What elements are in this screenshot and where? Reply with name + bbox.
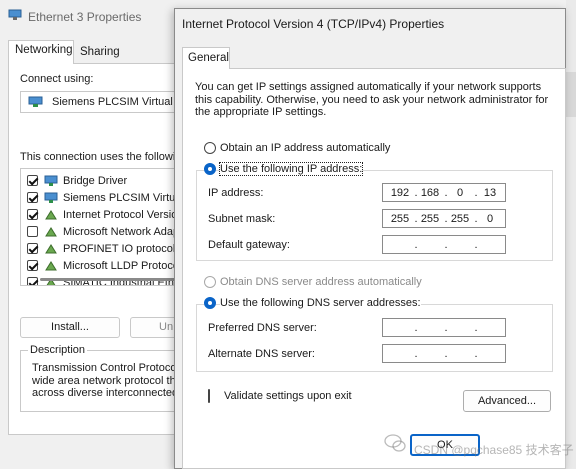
- subnet-mask-field[interactable]: 255 . 255 . 255 . 0: [382, 209, 506, 228]
- advanced-button[interactable]: Advanced...: [463, 390, 551, 412]
- ip-octet: 0: [456, 187, 464, 199]
- tab-networking[interactable]: Networking: [8, 40, 74, 64]
- checkbox[interactable]: [27, 175, 38, 186]
- subnet-mask-label: Subnet mask:: [208, 213, 276, 225]
- preferred-dns-field[interactable]: . . .: [382, 318, 506, 337]
- list-item[interactable]: Microsoft Network Adap: [27, 223, 179, 240]
- ip-octet: 255: [390, 213, 410, 225]
- ip-octet: 0: [486, 213, 494, 225]
- description-text: Transmission Control Protocol wide area …: [32, 362, 180, 400]
- protocol-icon: [45, 260, 57, 270]
- description-line: Transmission Control Protocol: [32, 362, 179, 374]
- list-item-label: Bridge Driver: [63, 174, 128, 187]
- checkbox[interactable]: [27, 226, 38, 237]
- checkbox[interactable]: [27, 243, 38, 254]
- use-following-ip-label: Use the following IP address:: [218, 162, 364, 176]
- install-button[interactable]: Install...: [20, 317, 120, 338]
- use-following-dns-radio[interactable]: [204, 297, 216, 309]
- ip-octet: 255: [420, 213, 440, 225]
- network-component-icon: [44, 192, 58, 203]
- description-line: wide area network protocol th: [32, 374, 176, 387]
- obtain-dns-auto-radio[interactable]: [204, 276, 216, 288]
- list-item-label: Internet Protocol Versio: [63, 208, 178, 221]
- network-component-icon: [44, 175, 58, 186]
- protocol-icon: [45, 209, 57, 219]
- wechat-watermark-icon: [384, 434, 406, 452]
- adapter-name: Siemens PLCSIM Virtual E: [52, 96, 184, 108]
- checkbox[interactable]: [27, 192, 38, 203]
- desktop-edge: [566, 0, 576, 469]
- checkbox[interactable]: [27, 209, 38, 220]
- tab-general[interactable]: General: [182, 47, 230, 69]
- obtain-ip-auto-radio[interactable]: [204, 142, 216, 154]
- use-following-dns-label: Use the following DNS server addresses:: [220, 297, 421, 309]
- intro-text: You can get IP settings assigned automat…: [195, 81, 549, 118]
- ip-octet: 255: [450, 213, 470, 225]
- default-gateway-field[interactable]: . . .: [382, 235, 506, 254]
- list-item-label: Microsoft LLDP Protoco: [63, 259, 179, 272]
- dialog-title: Internet Protocol Version 4 (TCP/IPv4) P…: [182, 17, 445, 31]
- list-item-label: Siemens PLCSIM Virtua: [63, 191, 180, 204]
- checkbox[interactable]: [27, 277, 38, 285]
- window-title: Ethernet 3 Properties: [28, 10, 142, 24]
- alternate-dns-field[interactable]: . . .: [382, 344, 506, 363]
- protocol-icon: [45, 243, 57, 253]
- list-item[interactable]: PROFINET IO protocol: [27, 240, 175, 257]
- obtain-ip-auto-label: Obtain an IP address automatically: [220, 142, 391, 154]
- description-label: Description: [28, 344, 88, 356]
- alternate-dns-label: Alternate DNS server:: [208, 348, 315, 360]
- protocol-icon: [45, 226, 57, 236]
- validate-settings-label: Validate settings upon exit: [224, 390, 352, 402]
- list-item-label: Microsoft Network Adap: [63, 225, 180, 238]
- uninstall-button[interactable]: Un: [130, 317, 180, 338]
- ip-octet: 192: [390, 187, 410, 199]
- connection-uses-label: This connection uses the followi: [20, 151, 176, 163]
- default-gateway-label: Default gateway:: [208, 239, 290, 251]
- obtain-dns-auto-label: Obtain DNS server address automatically: [220, 276, 422, 288]
- use-following-ip-radio[interactable]: [204, 163, 216, 175]
- ip-address-field[interactable]: 192 . 168 . 0 . 13: [382, 183, 506, 202]
- list-item[interactable]: Siemens PLCSIM Virtua: [27, 189, 180, 206]
- description-line: across diverse interconnected: [32, 387, 179, 399]
- watermark-text: CSDN @pqchase85 技术客子: [414, 443, 574, 457]
- ip-address-label: IP address:: [208, 187, 264, 199]
- checkbox[interactable]: [27, 260, 38, 271]
- adapter-icon: [28, 96, 43, 107]
- horizontal-scrollbar[interactable]: [40, 278, 178, 281]
- connect-using-label: Connect using:: [20, 73, 94, 85]
- ip-octet: 13: [483, 187, 497, 199]
- ip-octet: 168: [420, 187, 440, 199]
- components-list[interactable]: Bridge Driver Siemens PLCSIM Virtua Inte…: [20, 168, 180, 286]
- list-item[interactable]: Internet Protocol Versio: [27, 206, 177, 223]
- tab-sharing[interactable]: Sharing: [74, 43, 122, 65]
- list-item-label: PROFINET IO protocol: [63, 242, 176, 255]
- list-item[interactable]: Microsoft LLDP Protoco: [27, 257, 179, 274]
- preferred-dns-label: Preferred DNS server:: [208, 322, 317, 334]
- network-adapter-icon: [8, 9, 22, 20]
- list-item[interactable]: Bridge Driver: [27, 172, 127, 189]
- validate-settings-checkbox[interactable]: [208, 389, 210, 403]
